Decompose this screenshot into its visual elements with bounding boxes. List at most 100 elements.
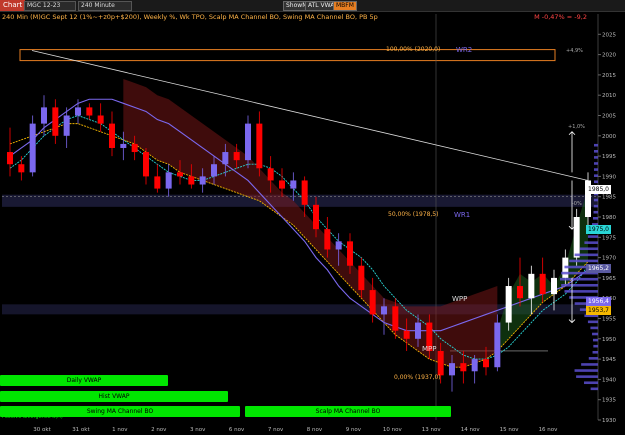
volume-profile-bar bbox=[584, 381, 598, 385]
y-tick-label: 2010 bbox=[602, 93, 616, 99]
price-chart[interactable]: 1930193519401945195019551960196519701975… bbox=[0, 0, 625, 435]
y-tick-label: 1965 bbox=[602, 276, 616, 282]
candle-body bbox=[177, 172, 183, 177]
y-tick-label: 1970 bbox=[602, 256, 616, 262]
y-tick-label: 1930 bbox=[602, 418, 616, 424]
volume-profile-bar bbox=[561, 283, 598, 287]
volume-profile-bar bbox=[579, 247, 598, 251]
candle-body bbox=[539, 273, 546, 295]
candle-body bbox=[154, 176, 161, 189]
candle-body bbox=[120, 143, 127, 148]
volume-profile-bar bbox=[592, 332, 598, 336]
volume-profile-bar bbox=[594, 143, 598, 147]
x-tick-label: 8 nov bbox=[307, 427, 323, 433]
volume-profile-bar bbox=[593, 180, 598, 184]
candle-body bbox=[199, 176, 206, 185]
candle-body bbox=[7, 152, 13, 165]
volume-profile-bar bbox=[576, 375, 598, 378]
candle-body bbox=[41, 107, 47, 124]
wpp-label: WPP bbox=[452, 295, 468, 303]
y-tick-label: 2015 bbox=[602, 73, 616, 79]
y-tick-label: 1980 bbox=[602, 215, 616, 221]
volume-profile-bar bbox=[593, 168, 598, 171]
volume-profile-bar bbox=[587, 320, 598, 324]
y-tick-label: 2020 bbox=[602, 53, 616, 59]
y-tick-label: 1950 bbox=[602, 337, 616, 343]
volume-profile-bar bbox=[588, 357, 598, 360]
candle-body bbox=[256, 123, 263, 169]
candle-body bbox=[222, 152, 229, 165]
x-tick-label: 9 nov bbox=[346, 427, 362, 433]
candle-body bbox=[437, 350, 444, 376]
candle-body bbox=[75, 107, 81, 116]
y-tick-label: 2000 bbox=[602, 134, 616, 140]
candle-body bbox=[528, 273, 535, 299]
y-tick-label: 1940 bbox=[602, 377, 616, 383]
volume-profile-bar bbox=[574, 253, 598, 257]
volume-profile-bar bbox=[574, 369, 598, 372]
candle-body bbox=[267, 168, 274, 181]
volume-profile-bar bbox=[581, 363, 598, 366]
candle-body bbox=[573, 217, 580, 258]
candle-body bbox=[279, 180, 285, 189]
pct-label-1: +4,9% bbox=[566, 48, 583, 54]
r2-zone-box bbox=[19, 49, 556, 62]
mid-zone-label: 50,00% (1978,5) bbox=[388, 211, 439, 218]
price-label-2: 1975,0 bbox=[586, 225, 611, 234]
price-label-5: 1953,7 bbox=[586, 306, 611, 315]
candle-body bbox=[369, 290, 376, 315]
top-zone-label: 100,00% (2020,0) bbox=[386, 46, 441, 53]
candle-body bbox=[483, 359, 489, 368]
hist-vwap-band: Hist VWAP bbox=[0, 391, 228, 402]
y-tick-label: 1945 bbox=[602, 357, 616, 363]
x-tick-label: 10 nov bbox=[383, 427, 403, 433]
price-label-4: 1956,4 bbox=[586, 297, 611, 306]
volume-profile-bar bbox=[590, 326, 598, 330]
candle-body bbox=[63, 115, 70, 136]
volume-profile-bar bbox=[564, 290, 598, 293]
volume-profile-bar bbox=[569, 259, 598, 263]
candle-body bbox=[143, 152, 149, 177]
candle-body bbox=[301, 180, 308, 205]
volume-profile-bar bbox=[587, 235, 598, 238]
volume-profile-bar bbox=[593, 162, 598, 165]
x-tick-label: 2 nov bbox=[151, 427, 167, 433]
y-tick-label: 1985 bbox=[602, 195, 616, 201]
price-label-1: 1985,0 bbox=[586, 185, 611, 194]
x-tick-label: 31 okt bbox=[72, 427, 90, 433]
volume-profile-bar bbox=[594, 150, 598, 153]
mpp-label: MPP bbox=[422, 345, 437, 353]
candle-body bbox=[290, 180, 297, 189]
volume-profile-bar bbox=[584, 241, 598, 244]
y-tick-label: 2005 bbox=[602, 114, 616, 120]
candle-body bbox=[52, 107, 59, 136]
y-tick-label: 1955 bbox=[602, 317, 616, 323]
candle-body bbox=[347, 241, 353, 266]
daily-vwap-band: Daily VWAP bbox=[0, 375, 168, 386]
volume-profile-bar bbox=[590, 387, 598, 391]
bear-fill-area bbox=[123, 78, 498, 368]
candle-body bbox=[188, 176, 195, 185]
y-tick-label: 2025 bbox=[602, 32, 616, 38]
y-tick-label: 1990 bbox=[602, 174, 616, 180]
x-tick-label: 6 nov bbox=[229, 427, 245, 433]
volume-profile-bar bbox=[592, 350, 598, 354]
candle-body bbox=[131, 143, 138, 153]
volume-profile-bar bbox=[592, 338, 598, 342]
x-tick-label: 16 nov bbox=[539, 427, 559, 433]
pct-label-2: +1,0% bbox=[568, 124, 585, 130]
candle-body bbox=[97, 115, 104, 124]
bottom-left-note: Positive divergence x(H) bbox=[2, 414, 63, 420]
volume-profile-bar bbox=[593, 204, 598, 208]
candle-body bbox=[18, 164, 25, 173]
scalp-ma-band: Scalp MA Channel BO bbox=[245, 406, 451, 417]
low-zone-label: 0,00% (1937,0) bbox=[394, 374, 441, 381]
volume-profile-bar bbox=[593, 198, 598, 202]
candle-body bbox=[165, 172, 172, 189]
y-tick-label: 1935 bbox=[602, 398, 616, 404]
y-tick-label: 1995 bbox=[602, 154, 616, 160]
volume-profile-bar bbox=[592, 217, 598, 220]
candle-body bbox=[86, 107, 93, 116]
x-tick-label: 30 okt bbox=[33, 427, 51, 433]
wr1-label: WR1 bbox=[454, 211, 471, 219]
